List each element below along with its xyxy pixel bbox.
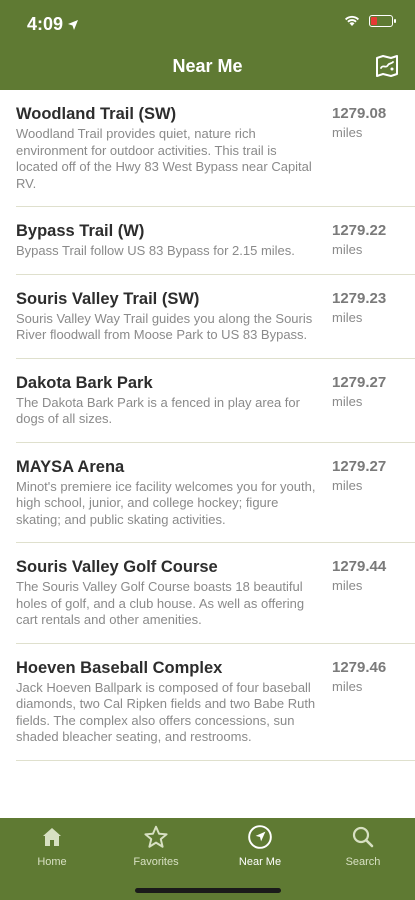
home-indicator[interactable] — [135, 888, 281, 893]
tab-label: Search — [345, 856, 381, 868]
list-item[interactable]: MAYSA Arena Minot's premiere ice facilit… — [16, 443, 415, 543]
item-description: Jack Hoeven Ballpark is composed of four… — [16, 679, 316, 745]
list-item[interactable]: Dakota Bark Park The Dakota Bark Park is… — [16, 359, 415, 443]
item-distance: 1279.22 — [332, 222, 387, 239]
item-title: Woodland Trail (SW) — [16, 105, 177, 123]
page-title: Near Me — [172, 56, 243, 76]
map-button[interactable] — [373, 52, 401, 80]
tab-search[interactable]: Search — [311, 822, 415, 868]
item-distance-unit: miles — [332, 578, 363, 593]
item-distance-unit: miles — [332, 678, 363, 694]
map-icon — [376, 55, 398, 77]
results-list[interactable]: Woodland Trail (SW) Woodland Trail provi… — [0, 90, 415, 818]
wifi-icon — [345, 15, 359, 26]
item-distance-unit: miles — [332, 125, 363, 140]
list-item[interactable]: Hoeven Baseball Complex Jack Hoeven Ball… — [16, 644, 415, 761]
list-item[interactable]: Souris Valley Trail (SW) Souris Valley W… — [16, 275, 415, 359]
tab-label: Home — [37, 856, 67, 868]
status-icons — [343, 14, 396, 27]
list-item[interactable]: Woodland Trail (SW) Woodland Trail provi… — [16, 90, 415, 207]
battery-level — [371, 16, 377, 25]
clock-text: 4:09 — [27, 14, 64, 34]
tab-favorites[interactable]: Favorites — [104, 822, 208, 868]
item-description: The Souris Valley Golf Course boasts 18 … — [16, 579, 305, 627]
tab-label: Favorites — [133, 856, 179, 868]
search-icon — [352, 826, 374, 848]
compass-icon — [248, 825, 272, 849]
tab-home[interactable]: Home — [0, 822, 104, 868]
item-description: Minot's premiere ice facility welcomes y… — [16, 478, 316, 527]
item-description: Woodland Trail provides quiet, nature ri… — [16, 126, 312, 191]
list-item[interactable]: Souris Valley Golf Course The Souris Val… — [16, 543, 415, 644]
item-distance: 1279.23 — [332, 289, 387, 307]
item-distance-unit: miles — [332, 393, 363, 409]
item-description: The Dakota Bark Park is a fenced in play… — [16, 394, 300, 427]
item-description: Bypass Trail follow US 83 Bypass for 2.1… — [16, 243, 295, 258]
tab-near-me[interactable]: Near Me — [208, 822, 312, 868]
battery-icon — [369, 14, 396, 27]
item-distance: 1279.27 — [332, 457, 387, 475]
item-description: Souris Valley Way Trail guides you along… — [16, 310, 313, 343]
item-title: Souris Valley Trail (SW) — [16, 289, 200, 308]
item-distance: 1279.27 — [332, 373, 387, 391]
item-title: Souris Valley Golf Course — [16, 558, 218, 576]
item-distance-unit: miles — [332, 309, 363, 325]
item-title: Dakota Bark Park — [16, 373, 153, 392]
item-title: Hoeven Baseball Complex — [16, 658, 223, 677]
list-item[interactable]: Bypass Trail (W) Bypass Trail follow US … — [16, 207, 415, 275]
item-title: MAYSA Arena — [16, 457, 125, 476]
item-distance-unit: miles — [332, 242, 363, 257]
item-distance: 1279.08 — [332, 105, 387, 122]
item-distance: 1279.44 — [332, 558, 387, 575]
top-bar: 4:09 Near Me — [0, 0, 415, 90]
status-time: 4:09 — [27, 14, 79, 35]
location-arrow-icon — [68, 19, 79, 30]
home-icon — [43, 828, 61, 846]
star-icon — [144, 825, 168, 848]
item-title: Bypass Trail (W) — [16, 222, 145, 240]
item-distance-unit: miles — [332, 477, 363, 493]
item-distance: 1279.46 — [332, 658, 387, 676]
tab-label: Near Me — [238, 856, 282, 868]
